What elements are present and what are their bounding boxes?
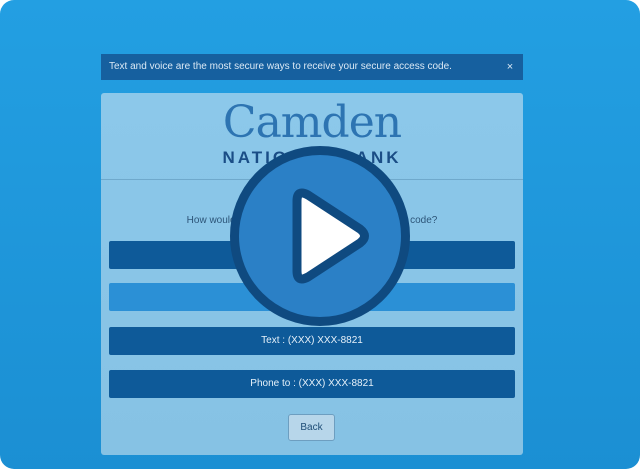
text-option-button[interactable]: Text : (XXX) XXX-8821 <box>109 327 515 355</box>
play-icon <box>292 188 369 284</box>
close-icon[interactable]: × <box>503 54 517 80</box>
phone-option-button[interactable]: Phone to : (XXX) XXX-8821 <box>109 370 515 398</box>
back-button[interactable]: Back <box>288 414 335 441</box>
alert-message: Text and voice are the most secure ways … <box>109 61 452 72</box>
video-thumbnail: Text and voice are the most secure ways … <box>0 0 640 469</box>
logo-name: Camden <box>222 97 402 148</box>
alert-banner: Text and voice are the most secure ways … <box>101 54 523 80</box>
play-button[interactable] <box>230 146 410 326</box>
